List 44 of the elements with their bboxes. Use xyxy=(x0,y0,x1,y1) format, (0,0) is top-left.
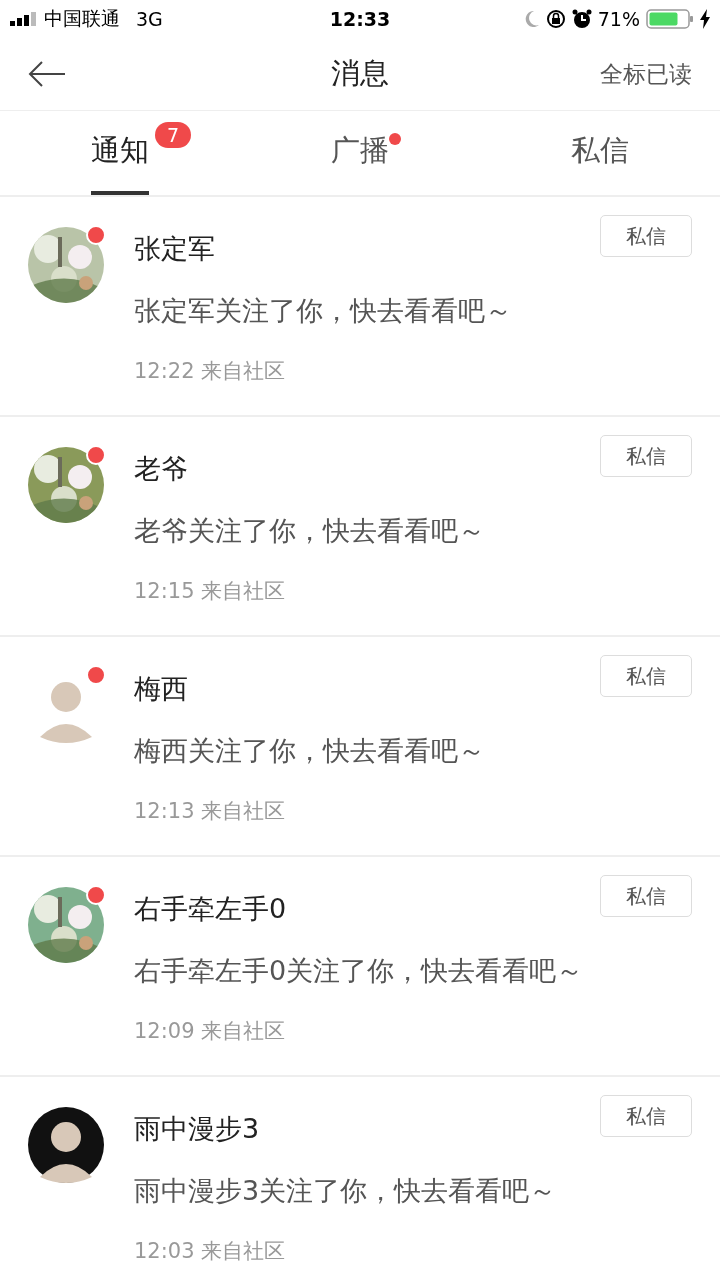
private-message-button[interactable]: 私信 xyxy=(600,875,692,917)
charging-icon xyxy=(700,9,710,29)
count-badge: 7 xyxy=(155,122,192,148)
message-text: 老爷关注了你，快去看看吧～ xyxy=(134,514,486,548)
user-name: 老爷 xyxy=(134,452,189,486)
message-source: 来自社区 xyxy=(201,359,286,383)
message-source: 来自社区 xyxy=(201,579,286,603)
message-source: 来自社区 xyxy=(201,1239,286,1263)
message-time: 12:13 xyxy=(134,799,195,823)
signal-icon xyxy=(10,12,38,26)
mark-all-read-button[interactable]: 全标已读 xyxy=(582,58,692,90)
user-name: 张定军 xyxy=(134,232,216,266)
message-source: 来自社区 xyxy=(201,799,286,823)
private-message-button[interactable]: 私信 xyxy=(600,1095,692,1137)
battery-icon xyxy=(646,9,694,29)
user-name: 雨中漫步3 xyxy=(134,1112,261,1146)
private-message-button[interactable]: 私信 xyxy=(600,655,692,697)
private-message-button[interactable]: 私信 xyxy=(600,215,692,257)
carrier-name: 中国联通 xyxy=(44,6,120,31)
message-text: 雨中漫步3关注了你，快去看看吧～ xyxy=(134,1174,558,1208)
back-arrow-icon xyxy=(28,61,66,87)
private-message-button[interactable]: 私信 xyxy=(600,435,692,477)
message-time: 12:09 xyxy=(134,1019,195,1043)
message-source: 来自社区 xyxy=(201,1019,286,1043)
network-type: 3G xyxy=(136,8,163,30)
user-name: 右手牵左手0 xyxy=(134,892,288,926)
battery-percent: 71% xyxy=(597,8,640,30)
page-title: 消息 xyxy=(330,55,390,92)
back-button[interactable] xyxy=(28,61,66,87)
rotation-lock-icon xyxy=(545,9,566,29)
message-time: 12:03 xyxy=(134,1239,195,1263)
tab[interactable]: 广播 xyxy=(331,111,389,195)
message-time: 12:15 xyxy=(134,579,195,603)
message-time: 12:22 xyxy=(134,359,195,383)
tab[interactable]: 通知 xyxy=(91,111,149,195)
tab[interactable]: 私信 xyxy=(571,111,629,195)
message-text: 右手牵左手0关注了你，快去看看吧～ xyxy=(134,954,585,988)
user-name: 梅西 xyxy=(134,672,189,706)
avatar-silhouette-icon xyxy=(28,1107,104,1183)
moon-icon xyxy=(523,10,540,28)
alarm-icon xyxy=(571,9,592,29)
message-text: 梅西关注了你，快去看看吧～ xyxy=(134,734,486,768)
clock-time: 12:33 xyxy=(329,8,391,30)
message-text: 张定军关注了你，快去看看吧～ xyxy=(134,294,513,328)
